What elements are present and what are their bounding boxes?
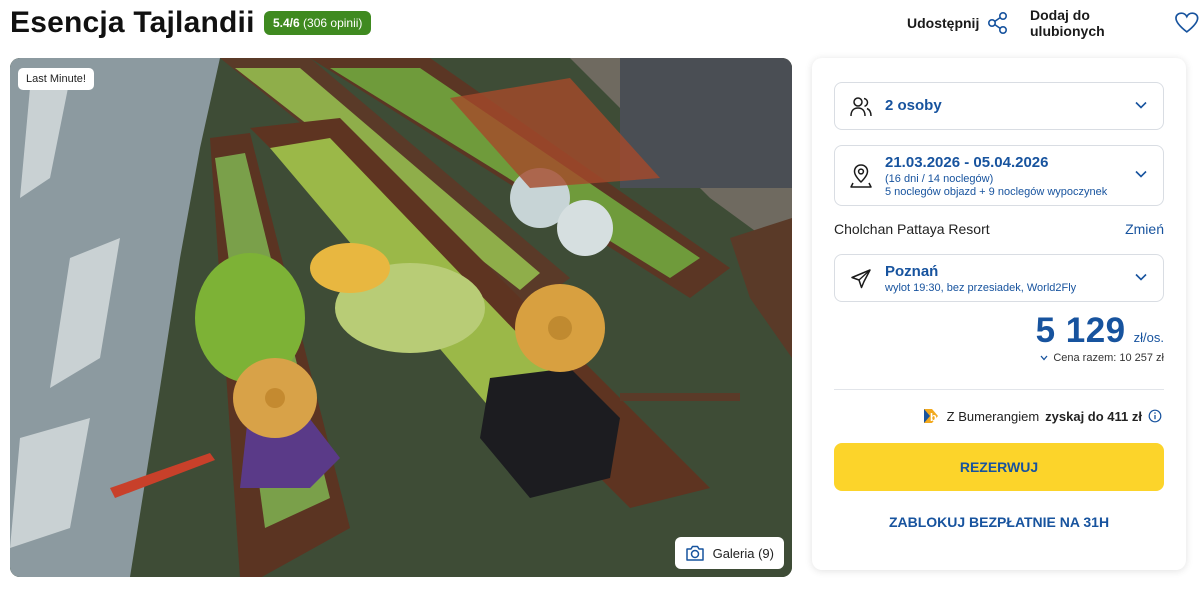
booking-panel: 2 osoby 21.03.2026 - 05.04.2026 (16 dni … [812, 58, 1186, 570]
price-per-person: 5 129 [1035, 311, 1126, 350]
change-hotel-link[interactable]: Zmień [1125, 221, 1164, 237]
rating-badge[interactable]: 5.4/6 (306 opinii) [264, 11, 372, 35]
bumerang-logo-icon: b [923, 409, 938, 424]
favorite-label: Dodaj do ulubionych [1030, 7, 1105, 39]
floating-market-image [10, 58, 792, 577]
hotel-row: Cholchan Pattaya Resort Zmień [834, 221, 1164, 237]
bumerang-info: b Z Bumerangiem zyskaj do 411 zł [921, 406, 1162, 426]
dates-range: 21.03.2026 - 05.04.2026 [885, 154, 1049, 171]
calendar-pin-icon [850, 164, 872, 188]
bumerang-amount: zyskaj do 411 zł [1045, 408, 1142, 424]
total-price-toggle[interactable]: Cena razem: 10 257 zł [1040, 352, 1164, 364]
info-icon[interactable] [1148, 409, 1162, 423]
rating-reviews: (306 opinii) [303, 16, 363, 30]
chevron-down-icon [1135, 170, 1147, 178]
total-price: Cena razem: 10 257 zł [1053, 352, 1164, 364]
dates-selector[interactable]: 21.03.2026 - 05.04.2026 (16 dni / 14 noc… [834, 145, 1164, 206]
flight-detail: wylot 19:30, bez przesiadek, World2Fly [885, 282, 1077, 294]
price-block: 5 129 zł/os. [1036, 311, 1164, 351]
dates-duration: (16 dni / 14 noclegów) [885, 173, 994, 185]
hero-photo[interactable]: Last Minute! Galeria (9) [10, 58, 792, 577]
users-icon [850, 97, 872, 117]
reserve-button[interactable]: REZERWUJ [834, 443, 1164, 491]
camera-icon [685, 545, 704, 561]
share-button[interactable]: Udostępnij [907, 10, 1009, 36]
divider [834, 389, 1164, 390]
page-header: Esencja Tajlandii 5.4/6 (306 opinii) Udo… [0, 0, 1200, 50]
page-title: Esencja Tajlandii [10, 6, 255, 39]
dates-detail: 5 noclegów objazd + 9 noclegów wypoczyne… [885, 186, 1108, 198]
bumerang-prefix: Z Bumerangiem [946, 408, 1040, 424]
chevron-down-icon [1135, 101, 1147, 109]
block-free-button[interactable]: ZABLOKUJ BEZPŁATNIE NA 31H [834, 506, 1164, 538]
plane-icon [851, 269, 871, 289]
chevron-down-icon [1135, 273, 1147, 281]
rating-score: 5.4/6 [273, 16, 300, 30]
last-minute-badge: Last Minute! [18, 68, 94, 90]
heart-icon [1175, 12, 1199, 33]
flight-selector[interactable]: Poznań wylot 19:30, bez przesiadek, Worl… [834, 254, 1164, 302]
hotel-name: Cholchan Pattaya Resort [834, 221, 990, 237]
gallery-button[interactable]: Galeria (9) [674, 537, 784, 569]
share-label: Udostępnij [907, 15, 980, 31]
persons-selector[interactable]: 2 osoby [834, 82, 1164, 130]
add-to-favorites-button[interactable]: Dodaj do ulubionych [1030, 7, 1200, 39]
svg-text:b: b [930, 412, 937, 424]
chevron-down-icon [1040, 355, 1048, 361]
gallery-label: Galeria (9) [712, 545, 774, 561]
persons-value: 2 osoby [885, 97, 942, 114]
price-unit: zł/os. [1133, 330, 1164, 345]
flight-city: Poznań [885, 263, 939, 280]
share-icon [988, 11, 1008, 35]
